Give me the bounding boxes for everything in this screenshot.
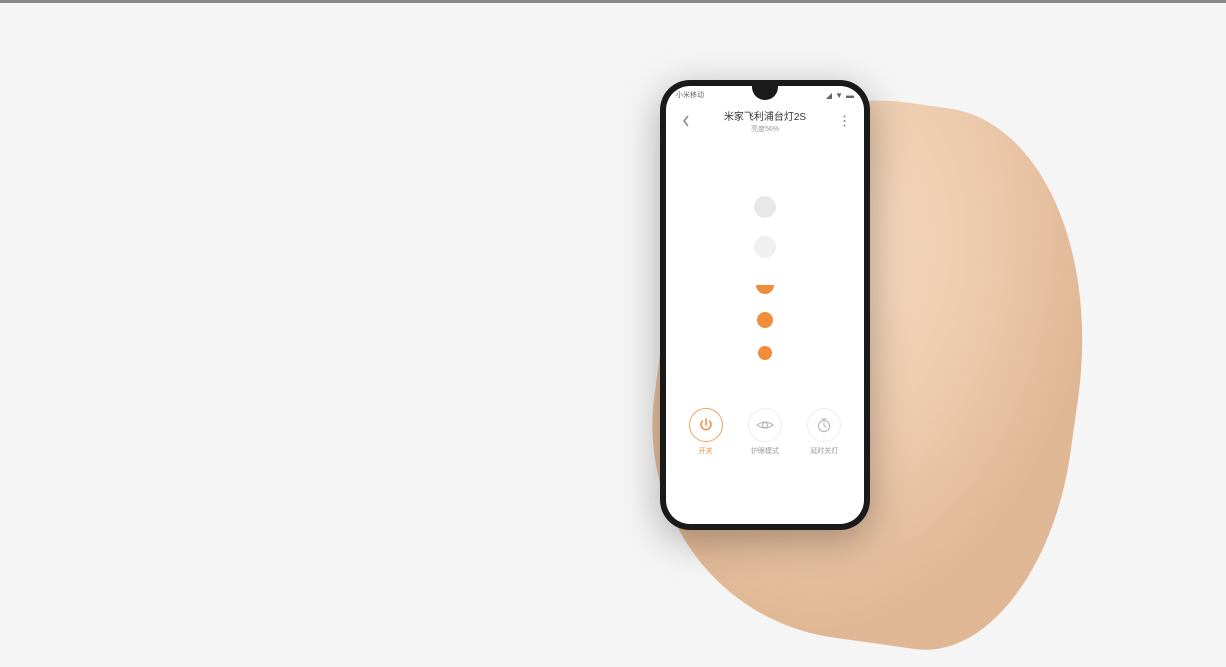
brightness-dot-4 [757,312,773,328]
action-eyecare: 护眼模式 [748,408,782,456]
power-label: 开关 [699,446,713,456]
brightness-dot-5 [758,346,772,360]
wifi-icon: ▼ [835,91,843,100]
device-mockup: 小米移动 ◢ ▼ ▬ 米家飞利浦台灯2S 亮度56% [620,60,1000,580]
brightness-dot-3 [756,276,774,294]
timer-label: 延时关灯 [810,446,838,456]
more-vertical-icon [843,115,846,127]
page-top-stripe [0,0,1226,3]
signal-icon: ◢ [826,91,832,100]
carrier-label: 小米移动 [676,90,704,100]
action-power: 开关 [689,408,723,456]
app-header: 米家飞利浦台灯2S 亮度56% [666,102,864,138]
brightness-dot-2 [754,236,776,258]
app-subtitle: 亮度56% [694,124,836,134]
brightness-slider[interactable] [666,138,864,398]
power-icon [698,417,714,433]
bottom-actions: 开关 护眼模式 延时关灯 [666,398,864,476]
brightness-dot-3-fill [756,285,774,294]
power-button[interactable] [689,408,723,442]
status-icons: ◢ ▼ ▬ [826,91,854,100]
header-title-group: 米家飞利浦台灯2S 亮度56% [694,108,836,134]
brightness-dot-1 [754,196,776,218]
app-title: 米家飞利浦台灯2S [694,108,836,123]
eyecare-button[interactable] [748,408,782,442]
timer-button[interactable] [807,408,841,442]
eyecare-label: 护眼模式 [751,446,779,456]
back-button[interactable] [678,113,694,129]
more-button[interactable] [836,113,852,129]
eye-icon [756,419,774,431]
timer-icon [816,417,832,433]
phone-screen: 小米移动 ◢ ▼ ▬ 米家飞利浦台灯2S 亮度56% [666,86,864,524]
action-timer: 延时关灯 [807,408,841,456]
chevron-left-icon [682,115,690,127]
phone-frame: 小米移动 ◢ ▼ ▬ 米家飞利浦台灯2S 亮度56% [660,80,870,530]
battery-icon: ▬ [846,91,854,100]
